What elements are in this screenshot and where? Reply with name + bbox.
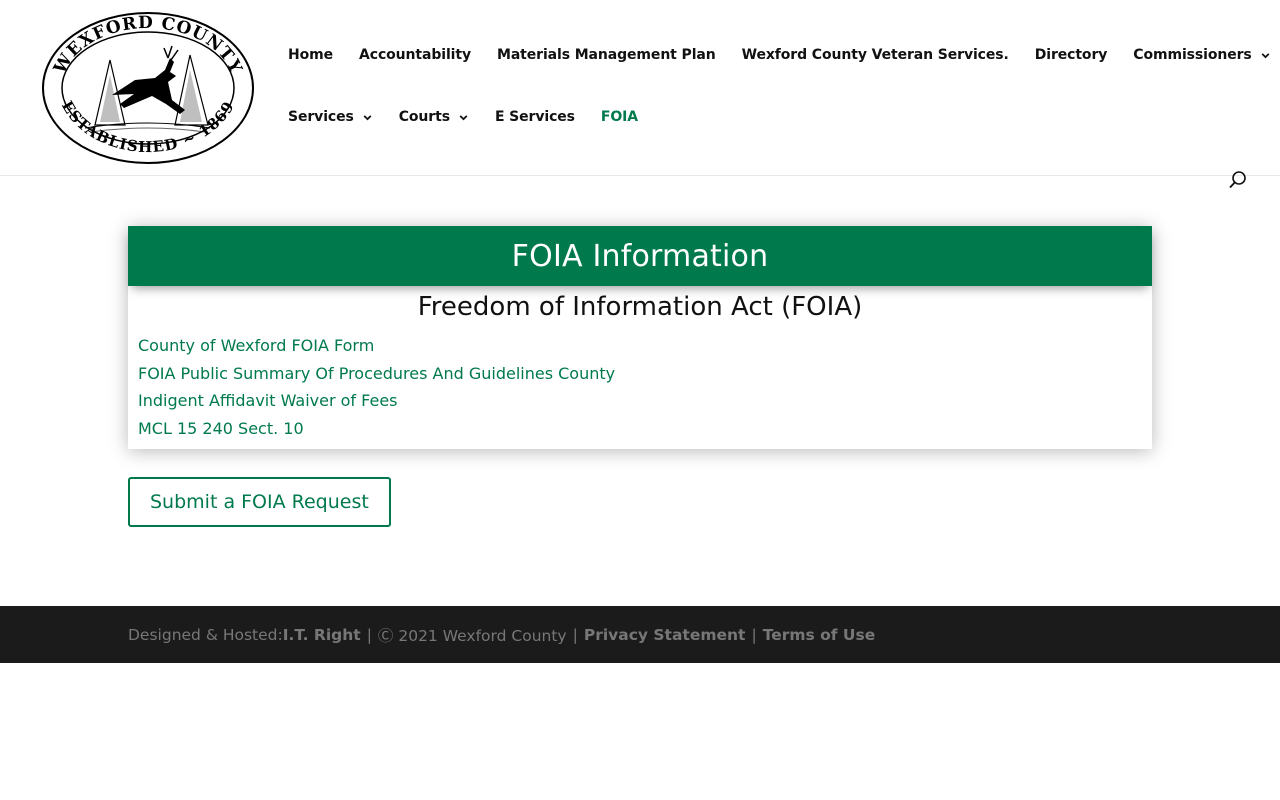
nav-item-accountability[interactable]: Accountability [359, 44, 471, 66]
panel-header: FOIA Information [128, 226, 1152, 286]
chevron-down-icon [459, 114, 468, 120]
footer-separator: | [572, 625, 578, 644]
site-header: WEXFORD COUNTY ESTABLISHED ~ 1869 Home A… [0, 0, 1280, 189]
main-nav-row-2: Services Courts E Services FOIA [288, 106, 664, 128]
footer-separator: | [751, 625, 757, 644]
footer-terms-link[interactable]: Terms of Use [763, 626, 876, 644]
page-title: FOIA Information [511, 238, 769, 274]
nav-item-foia[interactable]: FOIA [601, 106, 638, 128]
nav-item-courts[interactable]: Courts [399, 106, 469, 128]
nav-item-veteran-services[interactable]: Wexford County Veteran Services. [742, 44, 1009, 66]
panel-body: Freedom of Information Act (FOIA) County… [128, 286, 1152, 442]
nav-item-commissioners[interactable]: Commissioners [1133, 44, 1270, 66]
search-icon[interactable] [1228, 170, 1248, 190]
county-seal-logo[interactable]: WEXFORD COUNTY ESTABLISHED ~ 1869 [40, 10, 256, 166]
section-heading: Freedom of Information Act (FOIA) [417, 292, 863, 322]
footer-separator: | [366, 625, 372, 644]
chevron-down-icon [1261, 52, 1270, 58]
mcl-statute-link[interactable]: MCL 15 240 Sect. 10 [138, 415, 1142, 443]
nav-item-home[interactable]: Home [288, 44, 333, 66]
footer-privacy-link[interactable]: Privacy Statement [584, 626, 746, 644]
footer-prefix: Designed & Hosted: [128, 625, 283, 644]
footer-company-link[interactable]: I.T. Right [283, 626, 361, 644]
indigent-affidavit-link[interactable]: Indigent Affidavit Waiver of Fees [138, 387, 1142, 415]
nav-item-services[interactable]: Services [288, 106, 373, 128]
nav-item-materials-management-plan[interactable]: Materials Management Plan [497, 44, 716, 66]
main-nav-row-1: Home Accountability Materials Management… [288, 44, 1280, 66]
foia-form-link[interactable]: County of Wexford FOIA Form [138, 332, 1142, 360]
nav-item-e-services[interactable]: E Services [495, 106, 575, 128]
foia-public-summary-link[interactable]: FOIA Public Summary Of Procedures And Gu… [138, 360, 1142, 388]
chevron-down-icon [363, 114, 372, 120]
nav-item-directory[interactable]: Directory [1035, 44, 1108, 66]
footer-copyright: Ⓒ 2021 Wexford County [377, 626, 567, 645]
submit-foia-request-button[interactable]: Submit a FOIA Request [128, 477, 391, 527]
foia-info-panel: FOIA Information Freedom of Information … [128, 226, 1152, 449]
site-footer: Designed & Hosted: I.T. Right | Ⓒ 2021 W… [0, 606, 1280, 663]
